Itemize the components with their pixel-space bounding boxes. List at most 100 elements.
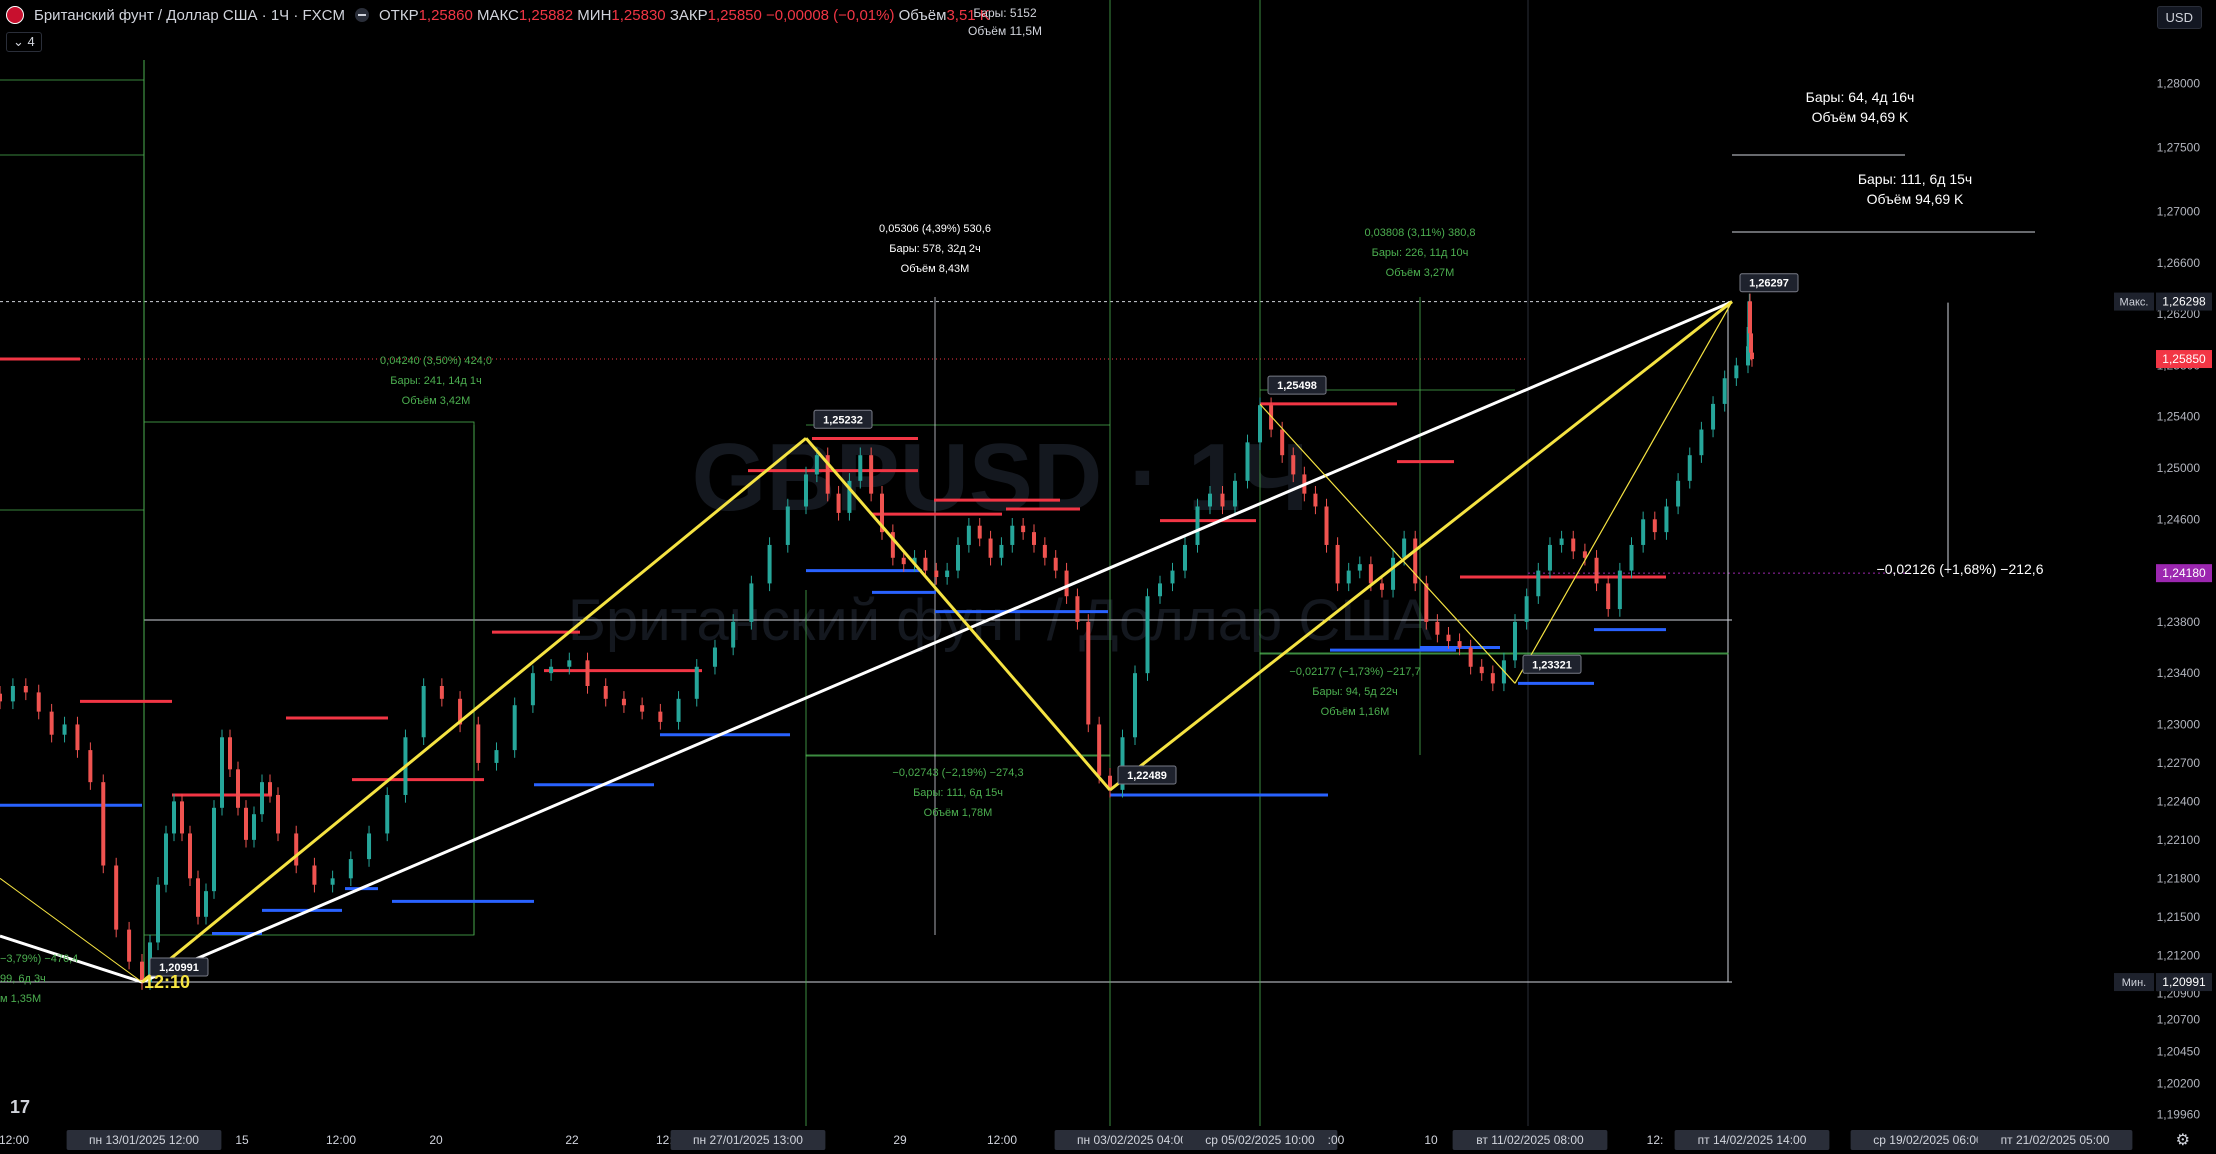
annotation-line: Бары: 241, 14д 1ч: [390, 375, 482, 387]
candle-body: [494, 750, 499, 763]
candle-body: [934, 570, 939, 577]
candle-body: [294, 833, 299, 866]
x-tick-label: :00: [1328, 1133, 1345, 1147]
candle-body: [1064, 570, 1069, 597]
x-tick-label: пн 13/01/2025 12:00: [89, 1133, 199, 1147]
candle-body: [901, 557, 906, 565]
annotation-line: м 1,35M: [0, 993, 41, 1005]
top-stats-bars: Бары: 5152: [973, 6, 1037, 20]
symbol-title[interactable]: Британский фунт / Доллар США · 1Ч · FXCM: [34, 7, 345, 24]
annotation-line: −0,02177 (−1,73%) −217,7: [1289, 666, 1420, 678]
candle-body: [1629, 544, 1634, 571]
y-tick-label: 1,21200: [2157, 948, 2201, 962]
tradingview-logo[interactable]: 17: [10, 1097, 30, 1118]
candle-body: [196, 878, 200, 917]
indicators-toggle[interactable]: ⌄ 4: [6, 32, 42, 52]
candle-body: [101, 782, 106, 866]
candle-body: [1346, 570, 1351, 584]
candle-body: [23, 685, 28, 693]
candle-body: [1446, 634, 1451, 642]
y-tick-label: 1,22400: [2157, 794, 2201, 808]
candle-body: [1145, 596, 1150, 674]
candle-body: [10, 685, 15, 702]
candle-body: [421, 685, 426, 738]
candle-body: [312, 865, 317, 885]
symbol-menu-icon[interactable]: [355, 8, 369, 22]
candle-body: [1158, 583, 1162, 597]
annotation-line: Объём 1,16M: [1321, 706, 1390, 718]
x-tick-label: ср 05/02/2025 10:00: [1205, 1133, 1315, 1147]
candle-body: [1424, 583, 1429, 622]
candle-body: [966, 525, 971, 545]
candle-body: [1032, 532, 1036, 545]
candle-body: [228, 737, 232, 770]
measure-box: [143, 421, 475, 936]
candle-body: [1368, 564, 1373, 584]
candle-body: [188, 833, 192, 879]
y-tick-label: 1,23800: [2157, 615, 2201, 629]
candle-body: [977, 525, 982, 539]
candle-body: [1042, 544, 1047, 558]
candle-body: [1258, 405, 1262, 443]
candle-body: [1133, 673, 1137, 738]
y-tick-label: 1,25400: [2157, 410, 2201, 424]
candle-body: [1021, 525, 1026, 533]
candle-body: [1379, 583, 1384, 590]
candle-body: [988, 538, 993, 558]
annotation-line: Объём 94,69 K: [1867, 191, 1964, 207]
candle-body: [1097, 724, 1102, 776]
candle-body: [367, 833, 372, 860]
y-tick-label: 1,20450: [2157, 1044, 2201, 1058]
candle-body: [603, 685, 608, 699]
x-tick-label: 29: [893, 1133, 907, 1147]
candle-body: [512, 705, 517, 751]
x-tick-label: 22: [565, 1133, 579, 1147]
y-tick-label: 1,21500: [2157, 910, 2201, 924]
candle-body: [1617, 570, 1622, 610]
annotation-line: 0,04240 (3,50%) 424,0: [380, 355, 492, 367]
settings-gear-icon[interactable]: ⚙: [2176, 1130, 2190, 1150]
candle-body: [1536, 570, 1541, 597]
candle-body: [694, 666, 699, 699]
candle-body: [276, 794, 280, 834]
annotation-line: 0,05306 (4,39%) 530,6: [879, 223, 991, 235]
x-tick-label: пн 03/02/2025 04:00: [1077, 1133, 1187, 1147]
candle-body: [1606, 583, 1611, 610]
candle-body: [1571, 538, 1576, 552]
candle-body: [1652, 519, 1657, 533]
high-value: 1,25882: [518, 6, 574, 24]
annotation-line: Объём 8,43M: [901, 263, 970, 275]
price-chart[interactable]: GBPUSD · 1ЧБританский фунт / Доллар США1…: [0, 0, 2216, 1154]
candle-body: [956, 544, 960, 571]
y-tick-label: 1,25000: [2157, 461, 2201, 475]
candle-body: [1413, 538, 1418, 584]
candle-body: [1479, 666, 1484, 674]
y-tick-label: 1,26600: [2157, 256, 2201, 270]
measure-box: [805, 754, 1111, 757]
currency-button[interactable]: USD: [2156, 6, 2202, 29]
candle-body: [785, 506, 790, 545]
candle-body: [567, 660, 572, 667]
x-tick-label: 10: [1424, 1133, 1438, 1147]
candle-body: [1468, 647, 1473, 667]
candle-body: [1208, 493, 1212, 507]
candle-body: [439, 685, 444, 699]
trend-line-white: [141, 300, 1733, 984]
candle-body: [220, 737, 224, 808]
candle-body: [1559, 538, 1564, 545]
annotation-line: Бары: 111, 6д 15ч: [1858, 171, 1972, 187]
price-scale-value: 1,24180: [2162, 566, 2206, 580]
candle-body: [75, 724, 80, 751]
x-tick-label: пн 27/01/2025 13:00: [693, 1133, 803, 1147]
candle-body: [1547, 544, 1552, 571]
candle-body: [621, 698, 626, 706]
candle-body: [640, 705, 645, 712]
x-tick-label: пт 21/02/2025 05:00: [2001, 1133, 2110, 1147]
candle-body: [1280, 429, 1285, 456]
candle-body: [530, 673, 535, 706]
volume-label: Объём: [898, 6, 947, 24]
annotation-line: Объём 94,69 K: [1812, 109, 1909, 125]
candle-body: [236, 769, 240, 808]
candle-body: [749, 583, 754, 622]
candle-body: [712, 647, 717, 667]
